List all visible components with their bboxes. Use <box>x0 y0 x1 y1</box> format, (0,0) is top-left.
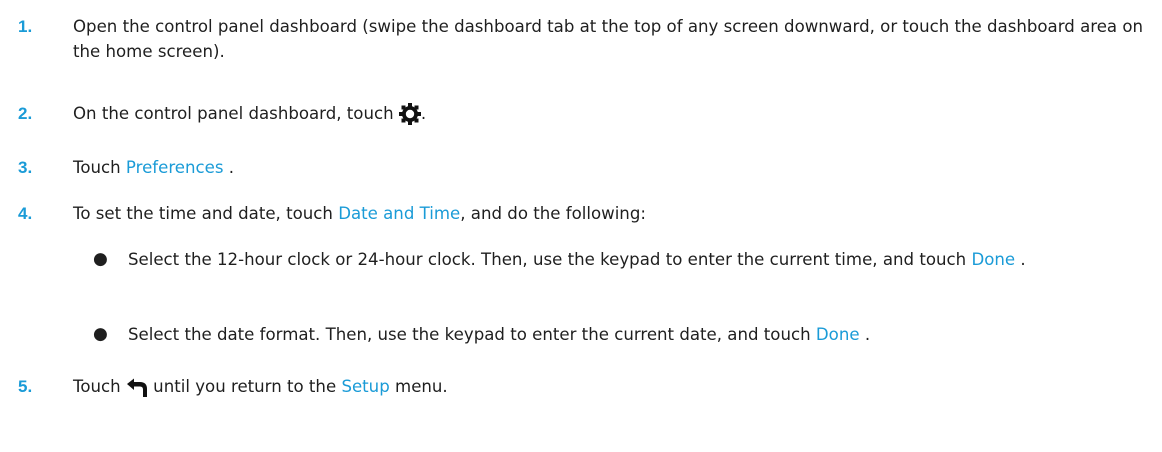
gear-icon <box>398 103 421 132</box>
step-text: On the control panel dashboard, touch . <box>73 101 1148 132</box>
step-text-before: Touch <box>73 377 126 396</box>
step-text-middle: until you return to the <box>147 377 342 396</box>
step-number: 1. <box>18 17 33 36</box>
step-text-before: To set the time and date, touch <box>73 204 339 223</box>
done-link[interactable]: Done <box>816 325 860 344</box>
step-text: Touch until you return to the Setup menu… <box>73 374 1148 405</box>
step-text-after: menu. <box>389 377 448 396</box>
step-number: 4. <box>18 204 33 223</box>
step-number: 2. <box>18 104 33 123</box>
step-text-before: On the control panel dashboard, touch <box>73 104 394 123</box>
step-number: 5. <box>18 377 33 396</box>
preferences-link[interactable]: Preferences <box>126 158 224 177</box>
bullet-text-before: Select the date format. Then, use the ke… <box>128 325 816 344</box>
step-text-before: Touch <box>73 158 126 177</box>
bullet-text-before: Select the 12-hour clock or 24-hour cloc… <box>128 250 972 269</box>
bullet-symbol: ● <box>93 249 108 269</box>
bullet-text-after: . <box>1015 250 1026 269</box>
step-text-after: . <box>223 158 235 177</box>
step-text-after: , and do the following: <box>460 204 646 223</box>
bullet-text-after: . <box>859 325 871 344</box>
setup-link[interactable]: Setup <box>341 377 389 396</box>
step-text: To set the time and date, touch Date and… <box>73 201 1148 226</box>
step-text-after: . <box>420 104 427 123</box>
step-text: Touch Preferences . <box>73 155 1148 180</box>
step-text: Open the control panel dashboard (swipe … <box>73 17 1144 61</box>
date-and-time-link[interactable]: Date and Time <box>338 204 460 223</box>
step-number: 3. <box>18 158 33 177</box>
done-link[interactable]: Done <box>971 250 1015 269</box>
bullet-symbol: ● <box>93 324 108 344</box>
bullet-text: Select the 12-hour clock or 24-hour cloc… <box>128 247 1148 272</box>
bullet-text: Select the date format. Then, use the ke… <box>128 322 1148 347</box>
back-arrow-icon <box>126 378 148 405</box>
